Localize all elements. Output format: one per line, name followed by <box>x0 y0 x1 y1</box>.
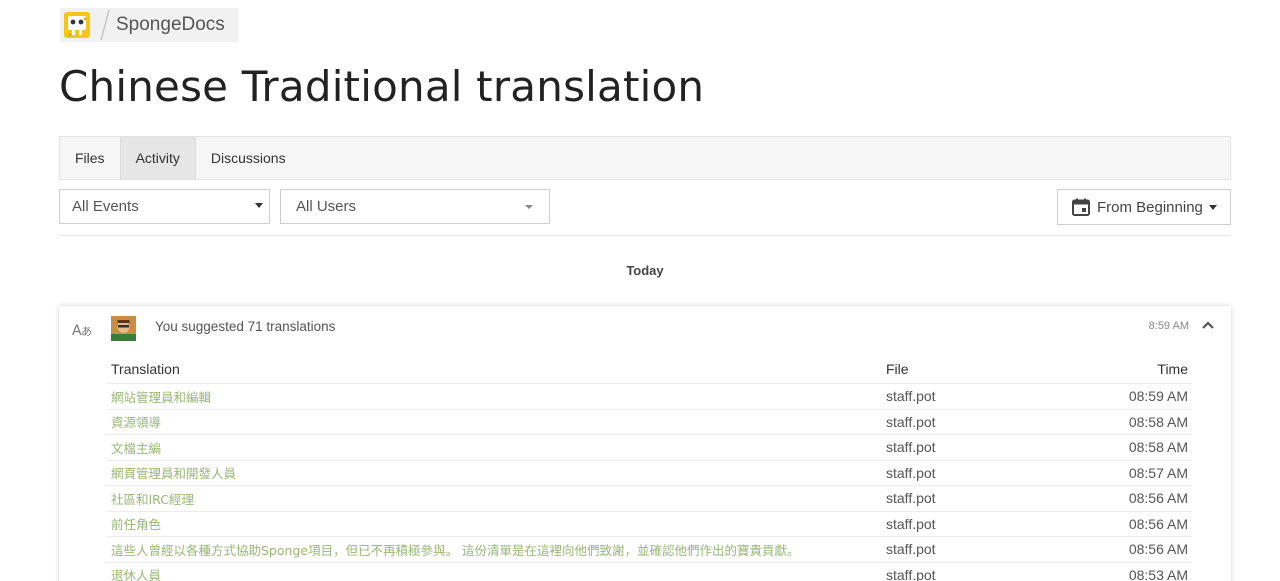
file-name: staff.pot <box>886 464 936 481</box>
page-title: Chinese Traditional translation <box>59 62 705 111</box>
event-time: 8:59 AM <box>1148 320 1189 332</box>
table-row: 這些人曾經以各種方式協助Sponge項目，但已不再積極參與。 這份清單是在這裡向… <box>106 536 1192 562</box>
row-time: 08:58 AM <box>1128 413 1188 430</box>
row-time: 08:56 AM <box>1128 541 1188 558</box>
file-name: staff.pot <box>886 388 936 405</box>
column-header-file: File <box>886 360 909 377</box>
tab-bar: Files Activity Discussions <box>59 136 1231 180</box>
table-row: 網站管理員和編輯 staff.pot 08:59 AM <box>106 383 1192 409</box>
row-time: 08:56 AM <box>1128 515 1188 532</box>
activity-event-card: A あ You suggested 71 translations 8:59 A… <box>59 306 1231 581</box>
events-filter-value: All Events <box>72 198 139 215</box>
translation-link[interactable]: 文檔主編 <box>106 438 886 457</box>
table-header: Translation File Time <box>106 354 1192 383</box>
table-row: 網頁管理員和開發人員 staff.pot 08:57 AM <box>106 459 1192 486</box>
table-row: 資源領導 staff.pot 08:58 AM <box>106 408 1192 435</box>
caret-down-icon <box>525 205 533 209</box>
events-filter-select[interactable]: All Events <box>59 189 270 224</box>
translate-icon: A あ <box>72 323 92 338</box>
row-time: 08:57 AM <box>1128 464 1188 481</box>
svg-text:あ: あ <box>81 325 92 338</box>
breadcrumb-separator <box>100 9 110 41</box>
column-header-time: Time <box>1157 360 1188 377</box>
chevron-up-icon[interactable] <box>1201 320 1215 330</box>
file-name: staff.pot <box>886 566 936 581</box>
table-row: 前任角色 staff.pot 08:56 AM <box>106 510 1192 537</box>
tab-activity[interactable]: Activity <box>119 137 196 179</box>
translation-link[interactable]: 這些人曾經以各種方式協助Sponge項目，但已不再積極參與。 這份清單是在這裡向… <box>106 540 886 559</box>
avatar[interactable] <box>111 316 136 341</box>
date-range-label: From Beginning <box>1097 198 1203 216</box>
row-time: 08:53 AM <box>1128 566 1188 581</box>
file-name: staff.pot <box>886 515 936 532</box>
translation-link[interactable]: 前任角色 <box>106 514 886 533</box>
file-name: staff.pot <box>886 490 936 507</box>
row-time: 08:58 AM <box>1128 439 1188 456</box>
tab-files[interactable]: Files <box>60 137 120 179</box>
row-time: 08:59 AM <box>1128 388 1188 405</box>
translation-link[interactable]: 社區和IRC經理 <box>106 489 886 508</box>
table-row: 退休人員 staff.pot 08:53 AM <box>106 561 1192 581</box>
translations-table: Translation File Time 網站管理員和編輯 staff.pot 0… <box>106 354 1192 581</box>
file-name: staff.pot <box>886 413 936 430</box>
breadcrumb-project-link[interactable]: SpongeDocs <box>116 14 225 36</box>
translation-link[interactable]: 退休人員 <box>106 565 886 581</box>
sponge-logo-icon[interactable] <box>62 10 92 40</box>
translation-link[interactable]: 網站管理員和編輯 <box>106 387 886 406</box>
users-filter-value: All Users <box>296 198 357 215</box>
table-row: 社區和IRC經理 staff.pot 08:56 AM <box>106 485 1192 511</box>
day-group-label: Today <box>626 263 664 278</box>
calendar-icon <box>1072 198 1090 216</box>
row-time: 08:56 AM <box>1128 490 1188 507</box>
event-description: You suggested 71 translations <box>155 319 336 334</box>
caret-down-icon <box>1208 204 1217 210</box>
tab-discussions[interactable]: Discussions <box>196 137 301 179</box>
file-name: staff.pot <box>886 541 936 558</box>
caret-down-icon <box>255 203 263 208</box>
users-filter-select[interactable]: All Users <box>280 189 550 224</box>
date-range-button[interactable]: From Beginning <box>1057 189 1231 225</box>
table-row: 文檔主編 staff.pot 08:58 AM <box>106 434 1192 460</box>
translation-link[interactable]: 資源領導 <box>106 412 886 431</box>
divider <box>59 235 1231 236</box>
column-header-translation: Translation <box>111 360 180 377</box>
translation-link[interactable]: 網頁管理員和開發人員 <box>106 463 886 482</box>
file-name: staff.pot <box>886 439 936 456</box>
breadcrumb: SpongeDocs <box>60 8 238 42</box>
